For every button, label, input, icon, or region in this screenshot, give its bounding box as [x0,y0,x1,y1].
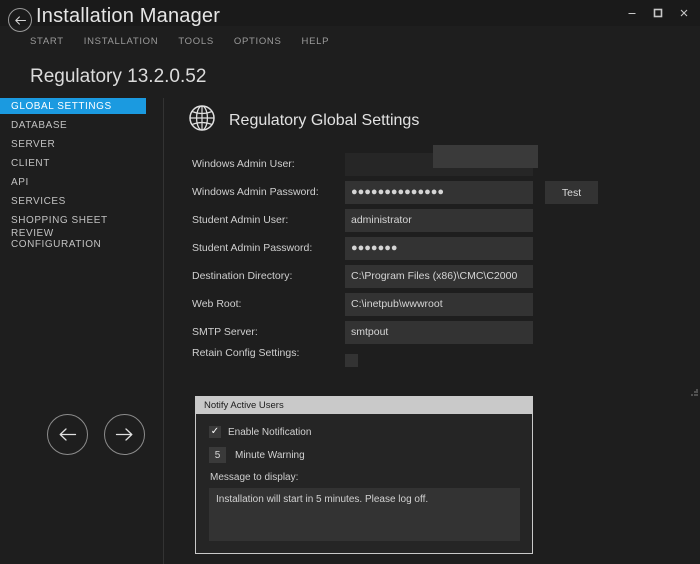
notify-panel-body: ✓ Enable Notification 5 Minute Warning M… [196,414,532,553]
content-area: Regulatory Global Settings Windows Admin… [164,98,700,564]
wizard-navigation [47,414,145,455]
smtp-server-input[interactable]: smtpout [345,320,533,344]
test-button[interactable]: Test [545,181,598,204]
sidebar-item-server[interactable]: SERVER [0,136,146,152]
resize-grip-icon[interactable] [691,389,698,396]
label-windows-admin-password: Windows Admin Password: [192,186,319,198]
app-header: Installation Manager START INSTALLATION … [0,0,700,58]
student-admin-password-input[interactable]: ●●●●●●● [345,236,533,260]
menu-item-start[interactable]: START [30,36,64,47]
destination-directory-input[interactable]: C:\Program Files (x86)\CMC\C2000 [345,264,533,288]
label-retain-config-settings: Retain Config Settings: [192,347,300,359]
sidebar-item-review-configuration[interactable]: REVIEW CONFIGURATION [0,228,146,250]
sidebar-item-database[interactable]: DATABASE [0,117,146,133]
settings-form: Windows Admin User: Windows Admin Passwo… [192,145,692,370]
web-root-input[interactable]: C:\inetpub\wwwroot [345,292,533,316]
back-arrow-icon [14,15,26,25]
arrow-left-icon [59,428,77,441]
sidebar-item-global-settings[interactable]: GLOBAL SETTINGS [0,98,146,114]
globe-icon [188,104,216,137]
sidebar-item-shopping-sheet[interactable]: SHOPPING SHEET [0,212,146,228]
message-to-display-label: Message to display: [210,472,299,483]
message-to-display-textarea[interactable]: Installation will start in 5 minutes. Pl… [209,488,520,541]
sidebar-item-services[interactable]: SERVICES [0,193,146,209]
minute-warning-label: Minute Warning [235,449,305,461]
label-smtp-server: SMTP Server: [192,326,258,338]
menu-item-installation[interactable]: INSTALLATION [84,36,159,47]
student-admin-user-input[interactable]: administrator [345,208,533,232]
field-row-smtp-server: SMTP Server: smtpout [192,318,692,346]
field-row-destination-directory: Destination Directory: C:\Program Files … [192,262,692,290]
menu-item-help[interactable]: HELP [302,36,330,47]
field-row-student-admin-user: Student Admin User: administrator [192,206,692,234]
notify-panel-header: Notify Active Users [196,397,532,414]
previous-step-button[interactable] [47,414,88,455]
minute-warning-input[interactable]: 5 [209,447,226,463]
label-destination-directory: Destination Directory: [192,270,293,282]
field-row-windows-admin-password: Windows Admin Password: ●●●●●●●●●●●●●● T… [192,178,692,206]
menu-item-options[interactable]: OPTIONS [234,36,282,47]
app-title: Installation Manager [36,5,221,27]
menu-bar: START INSTALLATION TOOLS OPTIONS HELP [30,36,329,47]
arrow-right-icon [115,428,133,441]
windows-admin-password-input[interactable]: ●●●●●●●●●●●●●● [345,180,533,204]
enable-notification-row: ✓ Enable Notification [209,426,520,438]
label-web-root: Web Root: [192,298,242,310]
label-student-admin-user: Student Admin User: [192,214,289,226]
retain-config-checkbox-wrapper [345,346,358,367]
windows-admin-user-suggestion-popup[interactable] [433,145,538,168]
enable-notification-checkbox[interactable]: ✓ [209,426,221,438]
field-row-retain-config-settings: Retain Config Settings: [192,346,692,370]
menu-item-tools[interactable]: TOOLS [178,36,214,47]
enable-notification-label: Enable Notification [228,426,312,438]
field-row-student-admin-password: Student Admin Password: ●●●●●●● [192,234,692,262]
sidebar-nav-list: GLOBAL SETTINGS DATABASE SERVER CLIENT A… [0,98,163,250]
next-step-button[interactable] [104,414,145,455]
field-row-windows-admin-user: Windows Admin User: [192,145,692,178]
label-student-admin-password: Student Admin Password: [192,242,313,254]
minute-warning-row: 5 Minute Warning [209,447,520,463]
sidebar-item-api[interactable]: API [0,174,146,190]
label-windows-admin-user: Windows Admin User: [192,158,295,170]
sidebar-item-client[interactable]: CLIENT [0,155,146,171]
retain-config-checkbox[interactable] [345,354,358,367]
content-heading: Regulatory Global Settings [229,111,420,129]
sidebar: GLOBAL SETTINGS DATABASE SERVER CLIENT A… [0,98,163,564]
product-title: Regulatory 13.2.0.52 [30,66,207,87]
field-row-web-root: Web Root: C:\inetpub\wwwroot [192,290,692,318]
notify-active-users-panel: Notify Active Users ✓ Enable Notificatio… [195,396,533,554]
back-button[interactable] [8,8,32,32]
content-header: Regulatory Global Settings [188,104,419,137]
